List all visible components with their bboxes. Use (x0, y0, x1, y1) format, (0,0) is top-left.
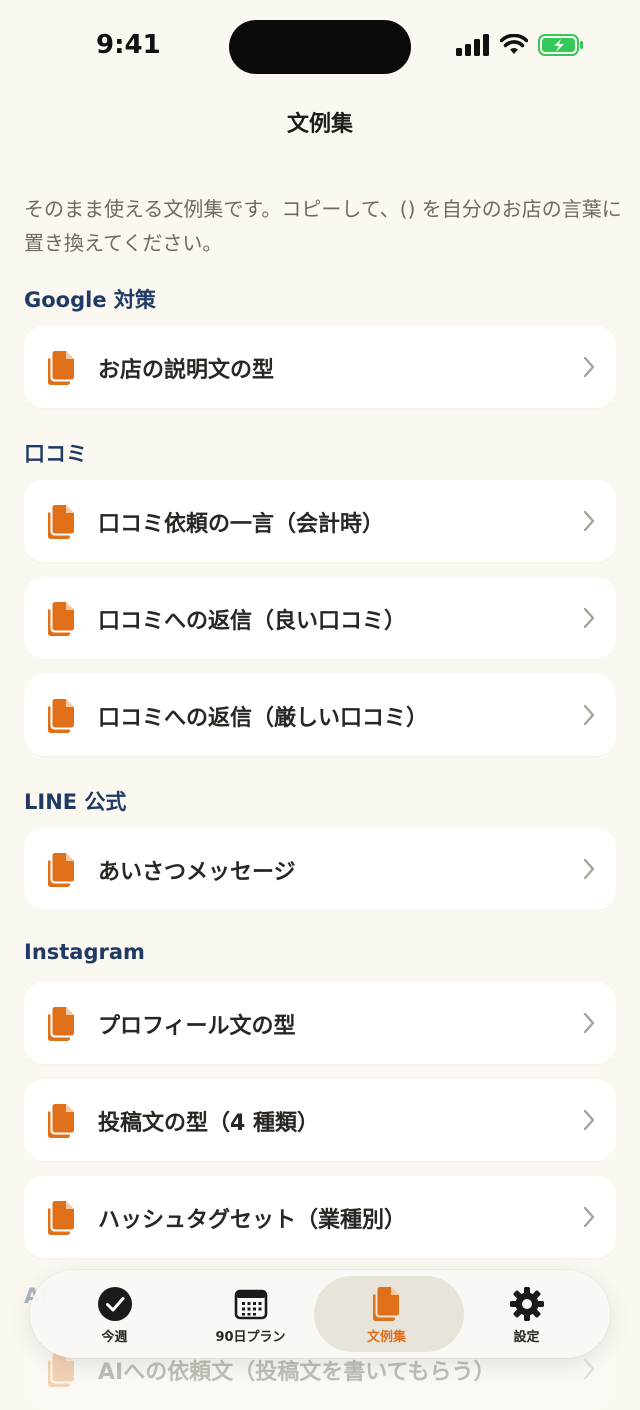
status-bar: 9:41 (0, 0, 640, 96)
section-heading-instagram: Instagram (24, 940, 145, 964)
tab-label: 文例集 (366, 1330, 406, 1345)
list-item-label: 口コミへの返信（厳しい口コミ） (98, 706, 429, 731)
chevron-right-icon (583, 858, 595, 880)
documents-icon (48, 699, 74, 733)
chevron-right-icon (583, 704, 595, 726)
list-item[interactable]: 口コミ依頼の一言（会計時） (24, 480, 616, 562)
list-item-label: ハッシュタグセット（業種別） (98, 1208, 407, 1233)
tab-label: 設定 (513, 1330, 540, 1345)
chevron-right-icon (583, 510, 595, 532)
tab-templates[interactable]: 文例集 (314, 1270, 464, 1358)
list-item-label: 口コミへの返信（良い口コミ） (98, 609, 407, 634)
list-item-label: お店の説明文の型 (98, 358, 275, 383)
section-heading-reviews: 口コミ (24, 442, 87, 466)
gear-icon (509, 1287, 544, 1321)
page-title: 文例集 (286, 112, 353, 137)
documents-icon (48, 1104, 74, 1138)
list-item[interactable]: ハッシュタグセット（業種別） (24, 1176, 616, 1258)
section-heading-line: LINE 公式 (24, 790, 127, 814)
documents-icon (372, 1287, 399, 1321)
list-item[interactable]: 口コミへの返信（厳しい口コミ） (24, 674, 616, 756)
list-item-label: 口コミ依頼の一言（会計時） (98, 512, 385, 537)
list-item[interactable]: プロフィール文の型 (24, 982, 616, 1064)
status-time: 9:41 (96, 30, 161, 60)
chevron-right-icon (583, 1358, 595, 1380)
list-item[interactable]: 投稿文の型（4 種類） (24, 1079, 616, 1161)
chevron-right-icon (583, 1109, 595, 1131)
tab-settings[interactable]: 設定 (454, 1270, 599, 1358)
documents-icon (48, 1201, 74, 1235)
tab-this-week[interactable]: 今週 (42, 1270, 187, 1358)
checkmark-circle-icon (97, 1287, 132, 1321)
intro-text: そのまま使える文例集です。コピーして、() を自分のお店の言葉に置き換えてくださ… (24, 197, 622, 255)
chevron-right-icon (583, 607, 595, 629)
chevron-right-icon (583, 1012, 595, 1034)
battery-charging-icon (538, 34, 583, 56)
documents-icon (48, 1007, 74, 1041)
list-item[interactable]: お店の説明文の型 (24, 326, 616, 408)
chevron-right-icon (583, 356, 595, 378)
chevron-right-icon (583, 1206, 595, 1228)
list-item[interactable]: あいさつメッセージ (24, 828, 616, 910)
tab-90-day-plan[interactable]: 90日プラン (178, 1270, 323, 1358)
section-heading-google: Google 対策 (24, 288, 156, 312)
list-item[interactable]: 口コミへの返信（良い口コミ） (24, 577, 616, 659)
cellular-signal-icon (456, 34, 489, 56)
wifi-icon (500, 34, 528, 54)
documents-icon (48, 853, 74, 887)
calendar-icon (234, 1289, 267, 1320)
documents-icon (48, 351, 74, 385)
dynamic-island (229, 20, 411, 74)
list-item-label: AIへの依頼文（投稿文を書いてもらう） (98, 1360, 496, 1385)
status-icons (456, 34, 584, 56)
documents-icon (48, 602, 74, 636)
list-item-label: あいさつメッセージ (98, 860, 296, 885)
tab-label: 今週 (101, 1330, 128, 1345)
documents-icon (48, 505, 74, 539)
tab-label: 90日プラン (215, 1330, 286, 1345)
tab-bar: 今週 90日プラン 文例集 設定 (30, 1270, 610, 1358)
list-item-label: 投稿文の型（4 種類） (98, 1111, 319, 1136)
list-item-label: プロフィール文の型 (98, 1014, 296, 1039)
